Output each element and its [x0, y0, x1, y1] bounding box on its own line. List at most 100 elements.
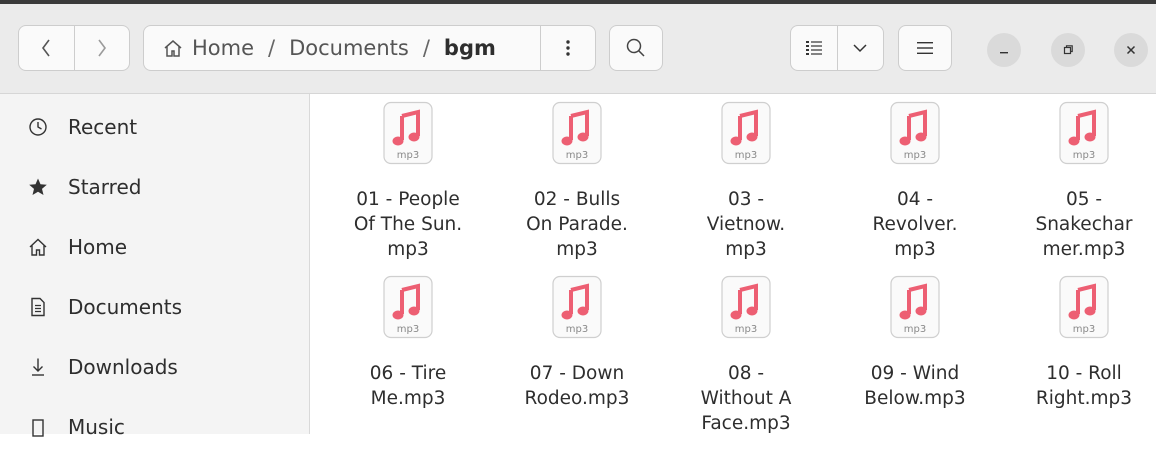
close-button[interactable]: [1114, 33, 1148, 67]
sidebar-item-label: Music: [68, 415, 125, 439]
document-icon: [26, 295, 50, 319]
file-item[interactable]: mp3 06 - Tire Me.mp3: [330, 275, 486, 434]
file-extension-label: mp3: [904, 150, 926, 161]
file-name: 01 - People Of The Sun. mp3: [330, 187, 486, 262]
file-item[interactable]: mp3 09 - Wind Below.mp3: [837, 275, 993, 434]
file-name-line: 10 - Roll: [1046, 363, 1122, 384]
minimize-icon: [1000, 52, 1008, 54]
audio-file-icon: mp3: [890, 275, 940, 339]
maximize-icon: [1063, 45, 1073, 55]
close-icon: [1126, 45, 1136, 55]
file-item[interactable]: mp3 08 - Without A Face.mp3: [668, 275, 824, 434]
audio-file-icon: mp3: [721, 275, 771, 339]
file-extension-label: mp3: [1073, 150, 1095, 161]
file-name-line: Face.mp3: [701, 413, 791, 434]
file-name: 06 - Tire Me.mp3: [330, 361, 486, 411]
sidebar-item-home[interactable]: Home: [0, 222, 310, 272]
file-extension-label: mp3: [1073, 324, 1095, 335]
chevron-down-icon: [853, 44, 867, 53]
path-bar: Home / Documents / bgm: [143, 25, 596, 71]
audio-file-icon: mp3: [552, 275, 602, 339]
file-name: 02 - Bulls On Parade. mp3: [499, 187, 655, 262]
file-extension-label: mp3: [566, 324, 588, 335]
breadcrumb-separator: /: [268, 36, 276, 60]
chevron-right-icon: [98, 39, 106, 57]
sidebar-item-label: Starred: [68, 175, 142, 199]
file-extension-label: mp3: [904, 324, 926, 335]
file-name: 03 - Vietnow. mp3: [668, 187, 824, 262]
sidebar-item-label: Home: [68, 235, 128, 259]
file-item[interactable]: mp3 01 - People Of The Sun. mp3: [330, 101, 486, 271]
search-button[interactable]: [609, 25, 663, 71]
file-name-line: mp3: [894, 239, 936, 260]
sidebar-item-starred[interactable]: Starred: [0, 162, 310, 212]
sidebar-item-label: Downloads: [68, 355, 178, 379]
list-view-icon: [805, 41, 822, 55]
file-name-line: mp3: [556, 239, 598, 260]
file-name-line: 03 -: [727, 189, 765, 210]
audio-file-icon: mp3: [383, 275, 433, 339]
file-name: 04 - Revolver. mp3: [837, 187, 993, 262]
sidebar: Recent Starred Home Documents Downloads …: [0, 94, 310, 439]
file-item[interactable]: mp3 02 - Bulls On Parade. mp3: [499, 101, 655, 271]
breadcrumb: Home / Documents / bgm: [144, 26, 540, 70]
file-name: 05 - Snakechar mer.mp3: [1006, 187, 1156, 262]
navigation-buttons: [18, 25, 130, 71]
file-name-line: 06 - Tire: [369, 363, 447, 384]
list-view-button[interactable]: [791, 26, 837, 70]
file-name-line: 04 -: [896, 189, 934, 210]
vertical-dots-icon: [566, 40, 570, 56]
file-extension-label: mp3: [397, 150, 419, 161]
sidebar-item-music[interactable]: Music: [0, 402, 310, 452]
hamburger-icon: [917, 42, 933, 54]
file-name-line: 05 -: [1065, 189, 1103, 210]
main-menu-button[interactable]: [898, 25, 952, 71]
back-button[interactable]: [19, 26, 74, 70]
audio-file-icon: mp3: [721, 101, 771, 165]
file-item[interactable]: mp3 05 - Snakechar mer.mp3: [1006, 101, 1156, 271]
view-options-dropdown[interactable]: [836, 26, 884, 70]
forward-button[interactable]: [73, 26, 130, 70]
file-extension-label: mp3: [397, 324, 419, 335]
file-name: 07 - Down Rodeo.mp3: [499, 361, 655, 411]
sidebar-item-recent[interactable]: Recent: [0, 102, 310, 152]
maximize-button[interactable]: [1051, 33, 1085, 67]
file-name-line: Without A: [700, 388, 792, 409]
minimize-button[interactable]: [987, 33, 1021, 67]
sidebar-item-documents[interactable]: Documents: [0, 282, 310, 332]
audio-file-icon: mp3: [1059, 275, 1109, 339]
file-name-line: 07 - Down: [529, 363, 625, 384]
file-item[interactable]: mp3 10 - Roll Right.mp3: [1006, 275, 1156, 434]
file-name-line: 01 - People: [356, 189, 460, 210]
header-bar: Home / Documents / bgm: [0, 0, 1156, 94]
path-menu-button[interactable]: [540, 26, 595, 70]
audio-file-icon: mp3: [890, 101, 940, 165]
file-name-line: Right.mp3: [1035, 388, 1133, 409]
window-top-border: [0, 0, 1156, 4]
sidebar-item-downloads[interactable]: Downloads: [0, 342, 310, 392]
file-name-line: Me.mp3: [370, 388, 446, 409]
file-name-line: On Parade.: [526, 214, 628, 235]
file-extension-label: mp3: [735, 324, 757, 335]
audio-file-icon: mp3: [1059, 101, 1109, 165]
search-icon: [626, 38, 645, 57]
file-name-line: Vietnow.: [706, 214, 786, 235]
file-name-line: 02 - Bulls: [533, 189, 621, 210]
chevron-left-icon: [42, 39, 50, 57]
sidebar-item-label: Recent: [68, 115, 138, 139]
file-name-line: Snakechar: [1035, 214, 1133, 235]
breadcrumb-current[interactable]: bgm: [444, 36, 496, 60]
breadcrumb-home[interactable]: Home: [192, 36, 254, 60]
home-icon: [164, 40, 182, 57]
breadcrumb-documents[interactable]: Documents: [289, 36, 409, 60]
file-name-line: mp3: [725, 239, 767, 260]
file-name-line: mp3: [387, 239, 429, 260]
file-item[interactable]: mp3 04 - Revolver. mp3: [837, 101, 993, 271]
audio-file-icon: mp3: [552, 101, 602, 165]
file-name-line: mer.mp3: [1042, 239, 1126, 260]
file-extension-label: mp3: [566, 150, 588, 161]
file-item[interactable]: mp3 07 - Down Rodeo.mp3: [499, 275, 655, 434]
breadcrumb-separator: /: [422, 36, 430, 60]
file-item[interactable]: mp3 03 - Vietnow. mp3: [668, 101, 824, 271]
music-icon: [26, 415, 50, 439]
